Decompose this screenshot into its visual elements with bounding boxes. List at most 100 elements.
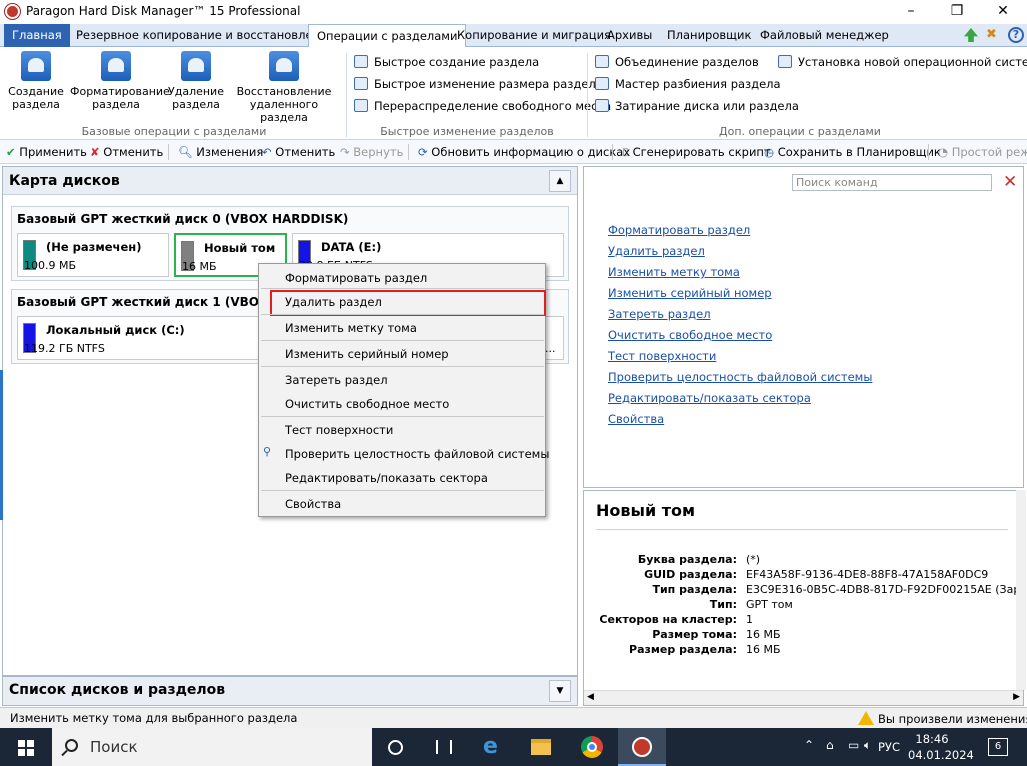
menu-item-properties[interactable]: Свойства bbox=[285, 497, 341, 511]
link-change-label[interactable]: Изменить метку тома bbox=[608, 265, 740, 279]
refresh-disks-button[interactable]: ⟳ Обновить информацию о дисках bbox=[418, 143, 630, 161]
partition-unallocated[interactable]: (Не размечен) 100.9 МБ bbox=[17, 233, 169, 277]
volume-icon[interactable]: 🔈︎ bbox=[864, 738, 871, 753]
disk-map-header: Карта дисков ▲ bbox=[3, 167, 577, 195]
menu-item-surface-test[interactable]: Тест поверхности bbox=[285, 423, 393, 437]
minimize-button[interactable]: – bbox=[888, 0, 934, 24]
delete-partition-button[interactable]: Удаление раздела bbox=[166, 51, 226, 111]
merge-partitions-button[interactable]: Объединение разделов bbox=[595, 52, 759, 72]
clear-search-icon[interactable]: ✕ bbox=[1003, 172, 1017, 192]
toolbar-separator bbox=[168, 144, 169, 160]
disk-1-title: Базовый GPT жесткий диск 1 (VBOX HA bbox=[17, 295, 292, 309]
undo-button[interactable]: ↶ Отменить bbox=[262, 143, 335, 161]
undo-icon: ↶ bbox=[262, 145, 272, 159]
link-clean-free-space[interactable]: Очистить свободное место bbox=[608, 328, 772, 342]
timeline-button[interactable] bbox=[420, 728, 468, 766]
info-value: (*) bbox=[746, 553, 761, 566]
menu-item-wipe[interactable]: Затереть раздел bbox=[285, 373, 388, 387]
scroll-right-icon[interactable]: ▶ bbox=[1013, 692, 1020, 702]
window-edge bbox=[0, 370, 3, 520]
language-indicator[interactable]: РУС bbox=[878, 740, 900, 754]
info-label: Размер раздела: bbox=[629, 643, 737, 656]
redo-button[interactable]: ↷ Вернуть bbox=[340, 143, 403, 161]
scroll-left-icon[interactable]: ◀ bbox=[587, 692, 594, 702]
link-delete-partition[interactable]: Удалить раздел bbox=[608, 244, 705, 258]
maximize-button[interactable]: ❐ bbox=[934, 0, 980, 24]
tab-copy-migration[interactable]: Копирование и миграция bbox=[449, 24, 619, 47]
taskbar-search[interactable]: Поиск bbox=[52, 728, 372, 766]
menu-item-delete[interactable]: Удалить раздел bbox=[285, 295, 382, 309]
cancel-button[interactable]: ✘ Отменить bbox=[90, 143, 163, 161]
display-icon[interactable]: ▭ bbox=[848, 738, 859, 752]
menu-item-change-label[interactable]: Изменить метку тома bbox=[285, 321, 417, 335]
simple-mode-button[interactable]: ◔ Простой режи bbox=[938, 143, 1027, 161]
tab-partition-ops[interactable]: Операции с разделами bbox=[308, 24, 467, 48]
network-icon[interactable]: ⌂ bbox=[826, 738, 834, 752]
merge-icon bbox=[595, 55, 609, 68]
tools-icon[interactable]: ✖ bbox=[986, 27, 1002, 43]
link-wipe-partition[interactable]: Затереть раздел bbox=[608, 307, 711, 321]
tray-chevron-icon[interactable]: ⌃ bbox=[804, 738, 814, 752]
ribbon-panel: Создание раздела Форматирование раздела … bbox=[0, 47, 1027, 140]
generate-script-button[interactable]: ⌷ Сгенерировать скрипт bbox=[622, 143, 771, 161]
menu-item-change-serial[interactable]: Изменить серийный номер bbox=[285, 347, 449, 361]
restore-deleted-partition-button[interactable]: Восстановление удаленного раздела bbox=[230, 51, 338, 124]
collapse-button[interactable]: ▲ bbox=[549, 170, 571, 192]
link-format-partition[interactable]: Форматировать раздел bbox=[608, 223, 750, 237]
status-warning[interactable]: Вы произвели изменения. bbox=[858, 711, 1027, 726]
task-view-button[interactable] bbox=[372, 728, 420, 766]
notification-center-button[interactable]: 6 bbox=[988, 738, 1008, 756]
quick-resize-button[interactable]: Быстрое изменение размера раздела bbox=[354, 74, 603, 94]
format-partition-button[interactable]: Форматирование раздела bbox=[70, 51, 170, 111]
split-wizard-button[interactable]: Мастер разбиения раздела bbox=[595, 74, 781, 94]
title-bar: Paragon Hard Disk Manager™ 15 Profession… bbox=[0, 0, 1027, 24]
info-value: EF43A58F-9136-4DE8-88F8-47A158AF0DC9 bbox=[746, 568, 989, 581]
changes-button[interactable]: 🔍︎ Изменения bbox=[178, 143, 263, 161]
redistribute-space-button[interactable]: Перераспределение свободного места bbox=[354, 96, 611, 116]
link-properties[interactable]: Свойства bbox=[608, 412, 664, 426]
link-surface-test[interactable]: Тест поверхности bbox=[608, 349, 716, 363]
link-edit-sectors[interactable]: Редактировать/показать сектора bbox=[608, 391, 811, 405]
install-os-button[interactable]: Установка новой операционной системы bbox=[778, 52, 1027, 72]
menu-item-check-fs[interactable]: Проверить целостность файловой системы bbox=[285, 447, 549, 461]
edge-button[interactable]: e bbox=[468, 728, 516, 766]
help-icon[interactable]: ? bbox=[1008, 27, 1024, 43]
tab-home[interactable]: Главная bbox=[4, 24, 70, 47]
quick-create-button[interactable]: Быстрое создание раздела bbox=[354, 52, 539, 72]
delete-partition-icon bbox=[181, 51, 211, 81]
disk-0-title: Базовый GPT жесткий диск 0 (VBOX HARDDIS… bbox=[17, 212, 349, 226]
info-value: GPT том bbox=[746, 598, 793, 611]
expand-button[interactable]: ▼ bbox=[549, 680, 571, 702]
tab-scheduler[interactable]: Планировщик bbox=[659, 24, 759, 47]
info-value: 16 МБ bbox=[746, 628, 781, 641]
link-change-serial[interactable]: Изменить серийный номер bbox=[608, 286, 772, 300]
info-vertical-scrollbar[interactable] bbox=[1016, 490, 1026, 690]
clock[interactable]: 18:46 04.01.2024 bbox=[908, 731, 974, 763]
menu-item-format[interactable]: Форматировать раздел bbox=[285, 271, 427, 285]
link-check-fs[interactable]: Проверить целостность файловой системы bbox=[608, 370, 872, 384]
group-extra-label: Доп. операции с разделами bbox=[719, 125, 881, 138]
wipe-icon bbox=[595, 99, 609, 112]
script-icon: ⌷ bbox=[622, 145, 629, 159]
save-to-scheduler-button[interactable]: ◷ Сохранить в Планировщик bbox=[764, 143, 941, 161]
start-button[interactable] bbox=[0, 728, 52, 766]
tab-file-manager[interactable]: Файловый менеджер bbox=[752, 24, 897, 47]
close-button[interactable]: ✕ bbox=[980, 0, 1026, 24]
apply-button[interactable]: ✔ Применить bbox=[6, 143, 87, 161]
menu-item-clean-free[interactable]: Очистить свободное место bbox=[285, 397, 449, 411]
explorer-button[interactable] bbox=[516, 728, 564, 766]
warning-icon bbox=[858, 711, 874, 725]
menu-item-edit-sectors[interactable]: Редактировать/показать сектора bbox=[285, 471, 488, 485]
create-partition-button[interactable]: Создание раздела bbox=[8, 51, 64, 111]
home-up-icon[interactable] bbox=[964, 28, 978, 42]
tab-archives[interactable]: Архивы bbox=[599, 24, 660, 47]
command-search-input[interactable]: Поиск команд bbox=[792, 174, 992, 191]
chrome-button[interactable] bbox=[568, 728, 616, 766]
disk-list-title: Список дисков и разделов bbox=[9, 682, 226, 698]
info-horizontal-scrollbar[interactable]: ◀ ▶ bbox=[584, 690, 1023, 705]
wipe-disk-button[interactable]: Затирание диска или раздела bbox=[595, 96, 799, 116]
magnifier-icon: 🔍︎ bbox=[178, 145, 193, 159]
paragon-taskbar-button[interactable] bbox=[618, 728, 666, 766]
tab-backup[interactable]: Резервное копирование и восстановление bbox=[68, 24, 343, 47]
quick-create-icon bbox=[354, 55, 368, 68]
